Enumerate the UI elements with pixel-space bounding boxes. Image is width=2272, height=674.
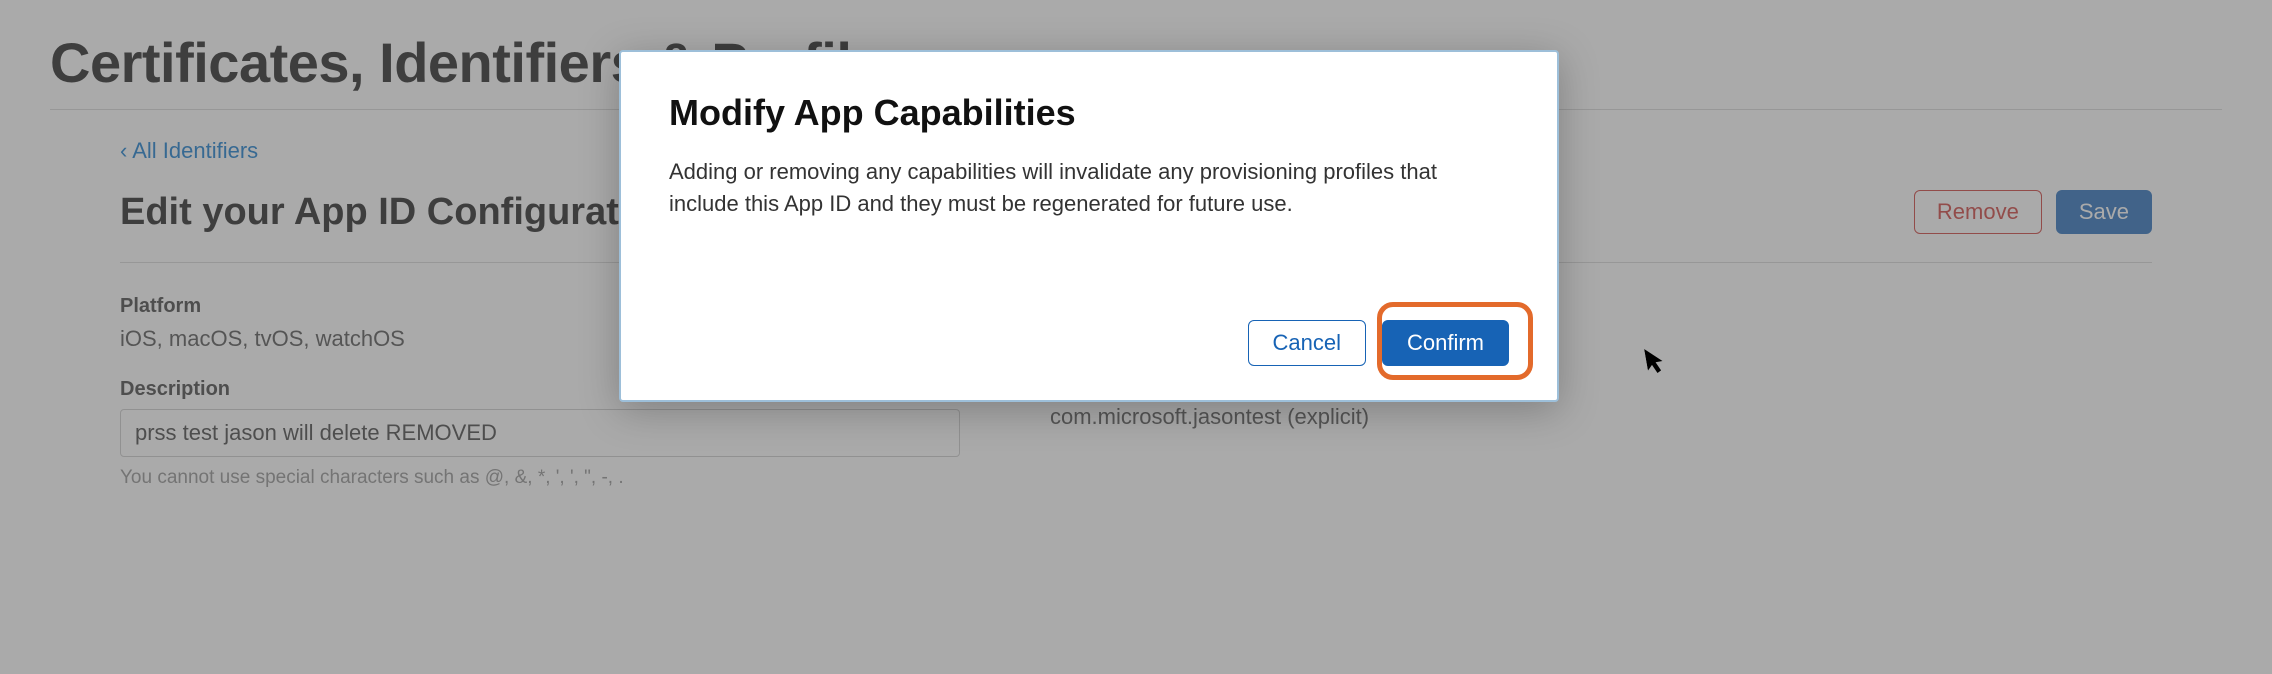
modify-capabilities-modal: Modify App Capabilities Adding or removi… (619, 50, 1559, 402)
save-button[interactable]: Save (2056, 190, 2152, 234)
modal-description: Adding or removing any capabilities will… (669, 156, 1469, 220)
header-actions: Remove Save (1914, 190, 2152, 234)
bundle-id-value: com.microsoft.jasontest (explicit) (1050, 404, 2152, 430)
back-all-identifiers-link[interactable]: ‹ All Identifiers (120, 138, 258, 164)
modal-title: Modify App Capabilities (669, 92, 1509, 134)
description-input[interactable] (120, 409, 960, 457)
remove-button[interactable]: Remove (1914, 190, 2042, 234)
sub-title: Edit your App ID Configuration (120, 191, 676, 234)
description-hint: You cannot use special characters such a… (120, 467, 960, 489)
modal-actions: Cancel Confirm (669, 320, 1509, 366)
cancel-button[interactable]: Cancel (1248, 320, 1366, 366)
confirm-button[interactable]: Confirm (1382, 320, 1509, 366)
